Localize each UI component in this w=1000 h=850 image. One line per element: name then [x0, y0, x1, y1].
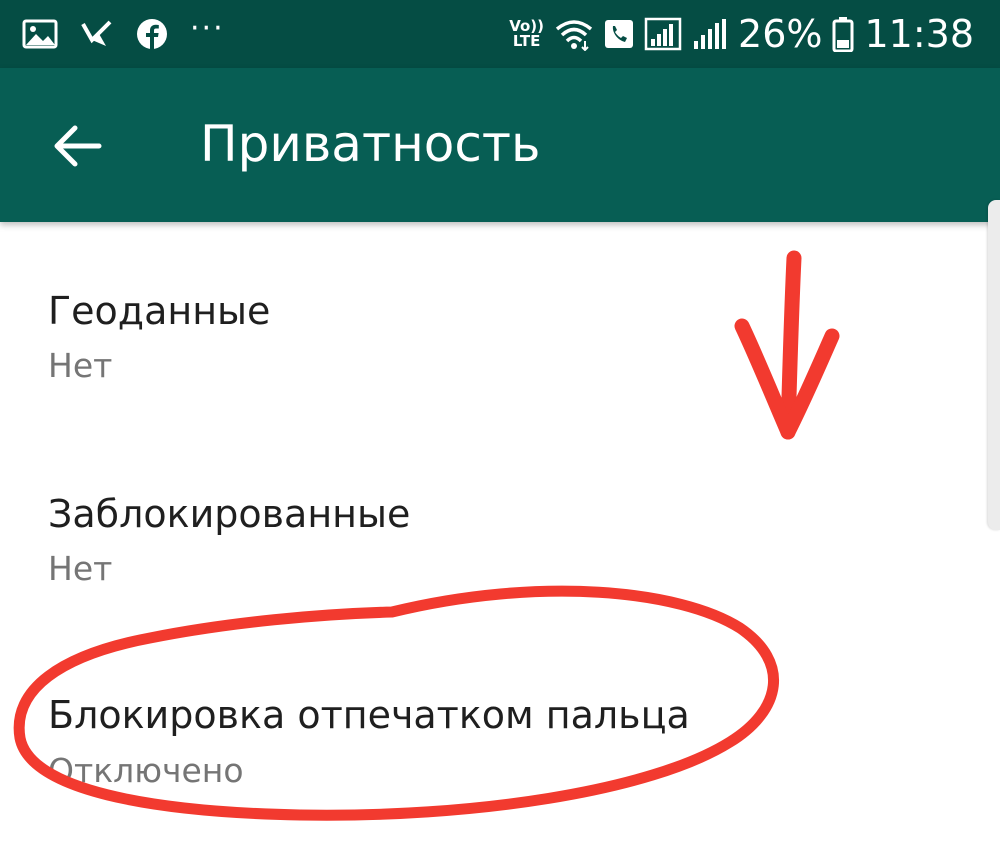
setting-item-blocked-contacts[interactable]: Заблокированные Нет [0, 425, 980, 615]
system-status-area: Vo)) LTE 26% 11:38 [509, 10, 974, 58]
signal-icon [644, 17, 682, 51]
scroll-indicator[interactable] [988, 200, 1000, 530]
clock: 11:38 [864, 12, 974, 56]
back-button[interactable] [40, 108, 116, 184]
setting-title: Геоданные [48, 289, 271, 333]
battery-percent: 26% [738, 12, 823, 56]
setting-value: Нет [48, 549, 113, 588]
setting-value: Отключено [48, 751, 244, 790]
gallery-icon [22, 19, 58, 49]
setting-title: Заблокированные [48, 492, 411, 536]
arrow-left-icon [54, 125, 102, 167]
lte-label: LTE [512, 32, 541, 50]
battery-icon [832, 16, 854, 52]
phone-call-icon [604, 18, 634, 50]
signal-strength-icon [692, 17, 728, 51]
privacy-settings-screen: ··· Vo)) LTE 26% 11:38 Приватность Геода… [0, 0, 1000, 850]
wifi-icon [554, 17, 594, 51]
tick-flag-icon [80, 18, 114, 50]
page-title: Приватность [200, 115, 541, 173]
app-toolbar: Приватность [0, 68, 1000, 222]
notification-area: ··· [22, 12, 225, 56]
status-bar: ··· Vo)) LTE 26% 11:38 [0, 0, 1000, 68]
setting-item-location[interactable]: Геоданные Нет [0, 222, 980, 412]
more-notifications-indicator: ··· [190, 11, 225, 46]
facebook-icon [136, 18, 168, 50]
setting-item-fingerprint-lock[interactable]: Блокировка отпечатком пальца Отключено [0, 628, 980, 818]
setting-title: Блокировка отпечатком пальца [48, 693, 690, 737]
setting-value: Нет [48, 346, 113, 385]
volte-indicator: Vo)) LTE [509, 19, 544, 49]
